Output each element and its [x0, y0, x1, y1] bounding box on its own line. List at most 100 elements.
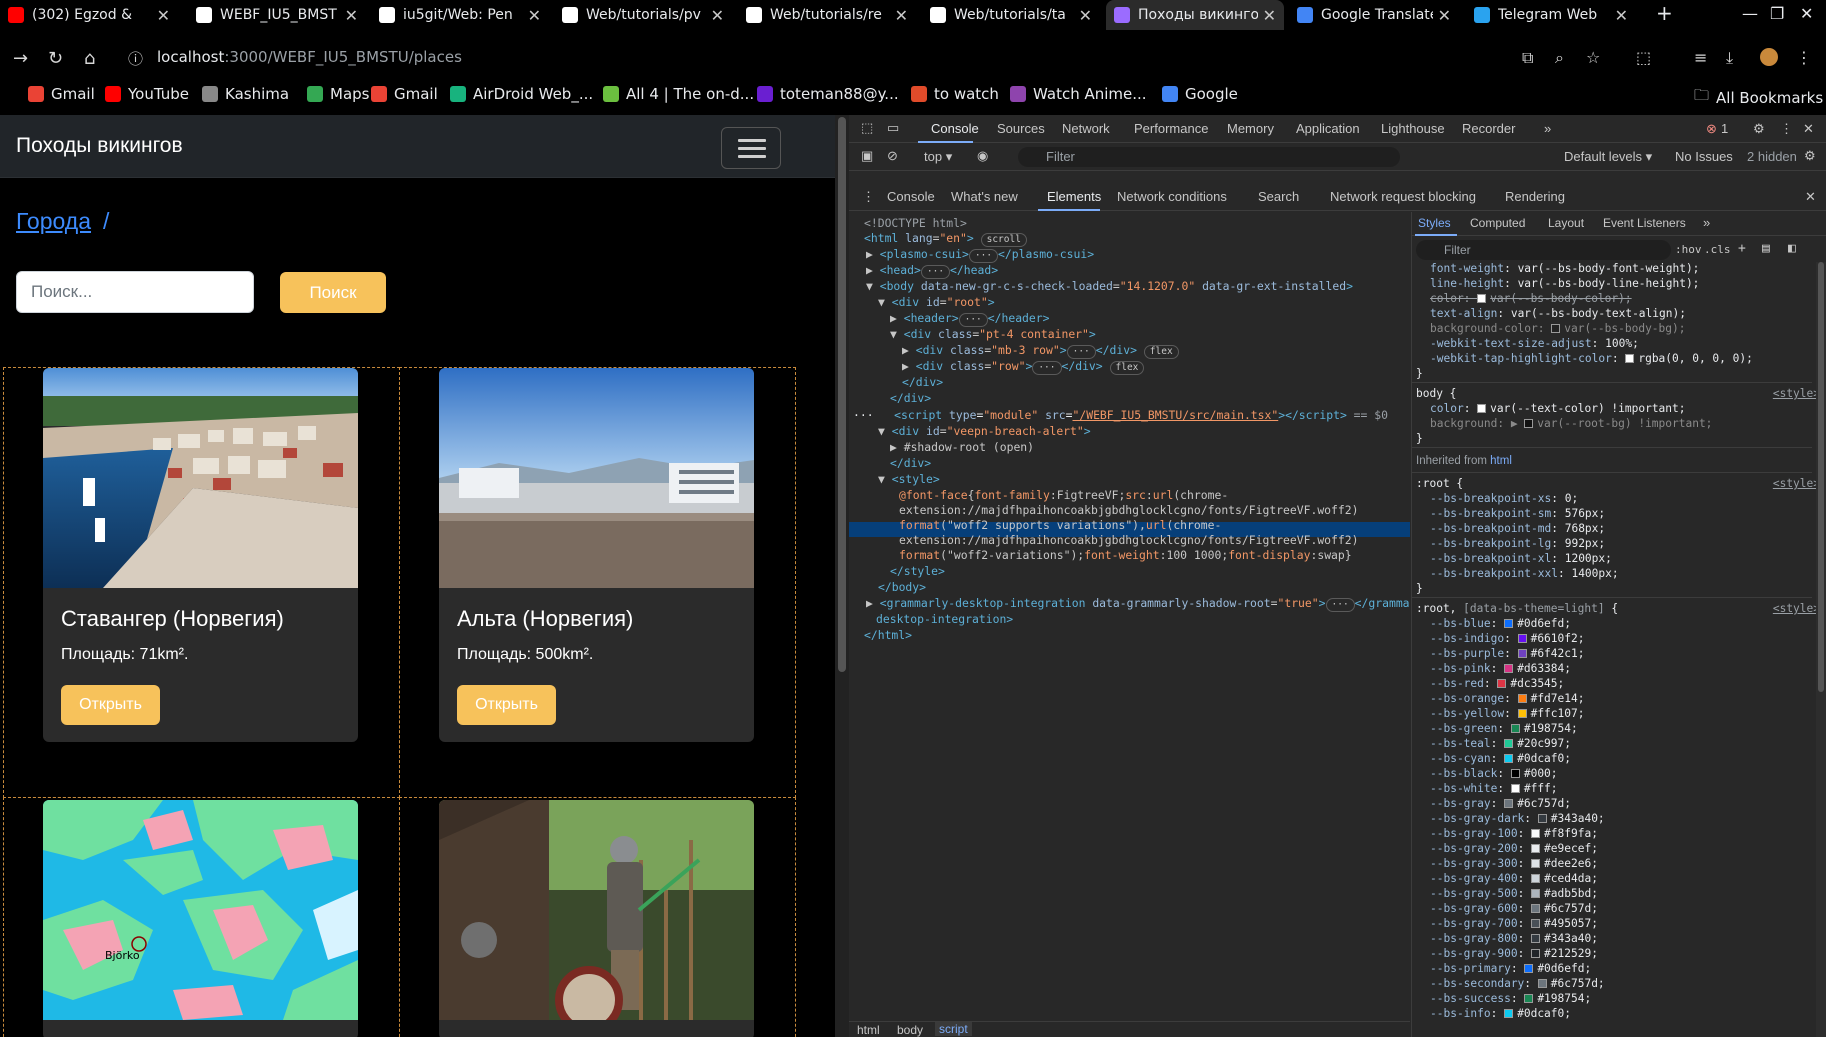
search-button[interactable]: Поиск [280, 272, 386, 313]
dom-node[interactable]: </html> [864, 628, 912, 642]
dom-node-selected[interactable]: ··· <script type="module" src="/WEBF_IU5… [853, 408, 1388, 422]
browser-tab[interactable]: Походы викинго ✕ [1106, 0, 1284, 30]
sidebar-toggle-icon[interactable]: ▣ [861, 148, 873, 164]
crumb-html[interactable]: html [857, 1023, 880, 1037]
dom-node[interactable]: desktop-integration> [876, 612, 1013, 626]
dom-node[interactable]: extension://majdfhpaihoncoakbjgbdhglockl… [899, 533, 1358, 547]
tab-application[interactable]: Application [1296, 121, 1360, 136]
back-icon[interactable]: → [13, 48, 28, 69]
dom-node[interactable]: ▼ <div class="pt-4 container"> [890, 327, 1096, 341]
site-info-icon[interactable]: ⓘ [128, 48, 143, 69]
inspect-icon[interactable]: ⬚ [861, 120, 873, 136]
dom-node[interactable]: </style> [890, 564, 945, 578]
bookmark-item[interactable]: toteman88@y... [757, 85, 899, 103]
dom-node[interactable]: ▶ <header> ··· </header> [890, 311, 1050, 327]
profile-avatar[interactable] [1760, 48, 1778, 66]
drawer-tab-elements[interactable]: Elements [1047, 189, 1101, 204]
tab-console[interactable]: Console [931, 121, 979, 136]
bookmark-item[interactable]: AirDroid Web_... [450, 85, 593, 103]
error-count[interactable]: 1 [1721, 121, 1728, 136]
bookmark-item[interactable]: All 4 | The on-d... [603, 85, 754, 103]
styles-scrollbar[interactable] [1816, 262, 1826, 1037]
dom-node[interactable]: ▼ <body data-new-gr-c-s-check-loaded="14… [866, 279, 1353, 293]
dom-node[interactable]: format("woff2 supports variations"),url(… [899, 518, 1221, 532]
drawer-tab-whats-new[interactable]: What's new [951, 189, 1018, 204]
close-tab-icon[interactable]: ✕ [528, 6, 541, 25]
dom-node[interactable]: ▶ <grammarly-desktop-integration data-gr… [866, 596, 1410, 612]
close-tab-icon[interactable]: ✕ [1615, 6, 1628, 25]
breadcrumb-link-cities[interactable]: Города [16, 208, 91, 234]
close-window-icon[interactable]: ✕ [1800, 4, 1813, 23]
new-rule-icon[interactable]: + [1738, 241, 1746, 256]
close-tab-icon[interactable]: ✕ [345, 6, 358, 25]
bookmark-item[interactable]: YouTube [105, 85, 189, 103]
translate-icon[interactable]: ⧉ [1522, 48, 1533, 68]
cls-toggle[interactable]: .cls [1704, 243, 1731, 256]
tab-recorder[interactable]: Recorder [1462, 121, 1515, 136]
tab-sources[interactable]: Sources [997, 121, 1045, 136]
close-drawer-icon[interactable]: ✕ [1805, 189, 1816, 205]
media-icon[interactable]: ≡ [1694, 48, 1707, 67]
more-tabs-icon[interactable]: » [1703, 215, 1710, 230]
dom-node[interactable]: <html lang="en"> scroll [864, 231, 1027, 247]
browser-tab[interactable]: Web/tutorials/pv ✕ [554, 0, 732, 30]
bookmark-item[interactable]: Maps [307, 85, 369, 103]
context-select[interactable]: top ▾ [924, 149, 952, 165]
dom-node[interactable]: <!DOCTYPE html> [864, 216, 967, 230]
page-scrollbar[interactable] [835, 115, 849, 1037]
tab-styles[interactable]: Styles [1418, 216, 1451, 230]
dom-node[interactable]: </div> [902, 375, 943, 389]
reload-icon[interactable]: ↻ [48, 48, 63, 69]
tab-performance[interactable]: Performance [1134, 121, 1208, 136]
close-tab-icon[interactable]: ✕ [1263, 6, 1276, 25]
tab-layout[interactable]: Layout [1548, 216, 1584, 230]
browser-tab[interactable]: iu5git/Web: Pen ✕ [371, 0, 549, 30]
maximize-icon[interactable]: ❐ [1770, 4, 1784, 23]
close-tab-icon[interactable]: ✕ [895, 6, 908, 25]
hov-toggle[interactable]: :hov [1675, 243, 1702, 256]
dom-node[interactable]: </div> [890, 391, 931, 405]
drawer-tab-search[interactable]: Search [1258, 189, 1299, 204]
kebab-menu-icon[interactable]: ⋮ [1780, 121, 1793, 137]
more-tabs-icon[interactable]: » [1544, 121, 1551, 136]
dom-node[interactable]: format("woff2-variations");font-weight:1… [899, 548, 1352, 562]
search-input[interactable] [16, 271, 254, 313]
live-expression-eye-icon[interactable]: ◉ [977, 148, 988, 164]
zoom-icon[interactable]: ⌕ [1555, 48, 1564, 68]
issues-counter[interactable]: No Issues [1675, 149, 1733, 164]
drawer-tab-rendering[interactable]: Rendering [1505, 189, 1565, 204]
bookmark-item[interactable]: to watch [911, 85, 999, 103]
tab-network[interactable]: Network [1062, 121, 1110, 136]
dom-node[interactable]: </body> [878, 580, 926, 594]
sidebar-toggle-icon[interactable]: ◧ [1788, 241, 1796, 256]
tab-event-listeners[interactable]: Event Listeners [1603, 216, 1686, 230]
dom-node[interactable]: ▶ <div class="row"> ··· </div> flex [902, 359, 1145, 375]
extensions-icon[interactable]: ⬚ [1636, 48, 1651, 67]
minimize-icon[interactable]: — [1742, 4, 1758, 23]
crumb-script[interactable]: script [935, 1022, 972, 1036]
close-devtools-icon[interactable]: ✕ [1803, 121, 1814, 137]
dom-node[interactable]: ▶ <head> ··· </head> [866, 263, 998, 279]
crumb-body[interactable]: body [897, 1023, 923, 1037]
download-icon[interactable]: ⤓ [1726, 48, 1733, 68]
dom-node[interactable]: @font-face{font-family:FigtreeVF;src:url… [899, 488, 1228, 502]
scrollbar-thumb[interactable] [838, 117, 846, 672]
dom-node[interactable]: ▼ <style> [878, 472, 940, 486]
console-settings-icon[interactable]: ⚙ [1804, 148, 1816, 164]
open-button[interactable]: Открыть [457, 685, 556, 725]
navbar-toggler-button[interactable] [721, 127, 781, 169]
drawer-menu-icon[interactable]: ⋮ [862, 189, 875, 205]
menu-icon[interactable]: ⋮ [1796, 48, 1812, 67]
dom-node[interactable]: ▶ <div class="mb-3 row"> ··· </div> flex [902, 343, 1179, 359]
brand-title[interactable]: Походы викингов [16, 134, 183, 158]
drawer-tab-request-blocking[interactable]: Network request blocking [1330, 189, 1476, 204]
dom-node[interactable]: ▼ <div id="root"> [878, 295, 995, 309]
settings-gear-icon[interactable]: ⚙ [1753, 121, 1765, 137]
close-tab-icon[interactable]: ✕ [1079, 6, 1092, 25]
console-filter-input[interactable]: Filter [1018, 147, 1400, 167]
browser-tab[interactable]: (302) Egzod & ✕ [0, 0, 178, 30]
dom-node[interactable]: extension://majdfhpaihoncoakbjgbdhglockl… [899, 503, 1358, 517]
dom-node[interactable]: ▼ <div id="veepn-breach-alert"> [878, 424, 1091, 438]
tab-computed[interactable]: Computed [1470, 216, 1525, 230]
bookmark-item[interactable]: Gmail [28, 85, 95, 103]
